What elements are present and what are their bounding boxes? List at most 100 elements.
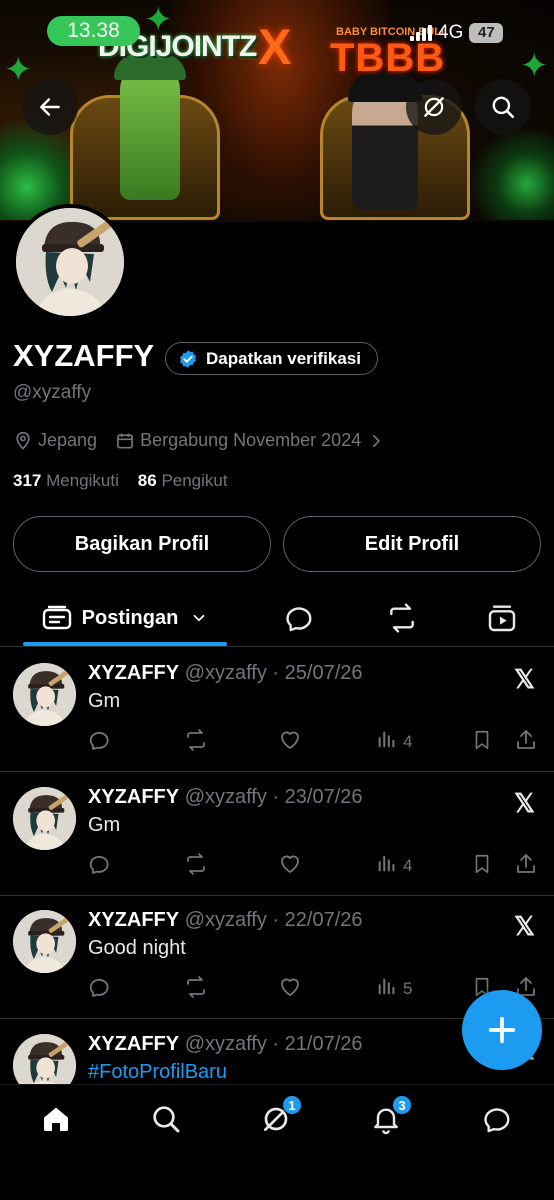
- reply-button[interactable]: [88, 852, 112, 881]
- tweet-header: XYZAFFY @xyzaffy · 21/07/26: [88, 1033, 363, 1056]
- like-button[interactable]: [278, 728, 302, 757]
- tweet-meta: @xyzaffy · 22/07/26: [184, 909, 363, 931]
- share-profile-button[interactable]: Bagikan Profil: [13, 516, 271, 572]
- chevron-right-icon[interactable]: [367, 432, 385, 450]
- bookmark-button[interactable]: [471, 852, 493, 881]
- tweet-author-name[interactable]: XYZAFFY: [88, 1033, 179, 1055]
- back-button[interactable]: [22, 79, 78, 135]
- heart-icon: [278, 852, 302, 881]
- reply-icon: [286, 607, 312, 632]
- banner-character-left: [114, 54, 186, 200]
- nav-search[interactable]: [136, 1099, 196, 1139]
- share-icon: [514, 728, 538, 757]
- search-button[interactable]: [475, 79, 531, 135]
- verified-badge-icon: [180, 349, 196, 368]
- nav-messages[interactable]: [468, 1099, 528, 1139]
- nav-home[interactable]: [26, 1099, 86, 1139]
- views-chart-icon: [376, 852, 398, 879]
- reply-icon: [88, 975, 112, 1004]
- tweet-meta: @xyzaffy · 21/07/26: [184, 1033, 363, 1055]
- tweet-author-name[interactable]: XYZAFFY: [88, 786, 179, 808]
- x-logo-icon: 𝕏: [514, 911, 535, 941]
- tweet-item[interactable]: XYZAFFY @xyzaffy · 25/07/26 𝕏 Gm 4: [0, 648, 554, 771]
- bookmark-button[interactable]: [471, 728, 493, 757]
- views-button[interactable]: 4: [376, 852, 412, 879]
- repost-icon: [183, 728, 209, 757]
- views-button[interactable]: 4: [376, 728, 412, 755]
- media-icon: [488, 605, 516, 632]
- views-chart-icon: [376, 728, 398, 755]
- posts-feed-icon: [42, 605, 71, 630]
- calendar-icon: [117, 433, 133, 448]
- notifications-badge: 3: [392, 1095, 412, 1115]
- nav-grok[interactable]: 1: [246, 1095, 306, 1139]
- get-verified-button[interactable]: Dapatkan verifikasi: [165, 342, 378, 375]
- share-button[interactable]: [514, 728, 538, 757]
- profile-handle: @xyzaffy: [13, 382, 92, 403]
- x-logo-icon: 𝕏: [514, 788, 535, 818]
- followers-link[interactable]: 86 Pengikut: [138, 471, 228, 490]
- tweet-author-name[interactable]: XYZAFFY: [88, 909, 179, 931]
- tab-posts-label: Postingan: [81, 606, 179, 629]
- chevron-down-icon: [194, 614, 205, 622]
- repost-icon: [390, 603, 414, 633]
- edit-profile-button[interactable]: Edit Profil: [283, 516, 541, 572]
- plus-icon: [488, 1016, 516, 1044]
- tweet-avatar[interactable]: [13, 787, 76, 850]
- like-button[interactable]: [278, 975, 302, 1004]
- views-count: 4: [403, 855, 413, 875]
- tweet-avatar[interactable]: [13, 1034, 76, 1084]
- tweet-text: Gm: [88, 690, 121, 712]
- tweet-author-name[interactable]: XYZAFFY: [88, 662, 179, 684]
- like-button[interactable]: [278, 852, 302, 881]
- reply-button[interactable]: [88, 728, 112, 757]
- tweet-text[interactable]: #FotoProfilBaru: [88, 1061, 227, 1084]
- repost-icon: [183, 975, 209, 1004]
- status-indicators: 4G 47: [410, 22, 504, 44]
- tweet-header: XYZAFFY @xyzaffy · 23/07/26: [88, 786, 363, 809]
- profile-name: XYZAFFY: [13, 338, 155, 373]
- repost-icon: [183, 852, 209, 881]
- profile-location: Jepang: [38, 430, 98, 450]
- repost-button[interactable]: [183, 852, 209, 881]
- profile-avatar[interactable]: [12, 204, 128, 320]
- profile-meta: Jepang Bergabung November 2024: [13, 430, 385, 451]
- views-count: 4: [403, 731, 413, 751]
- avatar-illustration: [16, 208, 124, 316]
- tweet-header: XYZAFFY @xyzaffy · 22/07/26: [88, 909, 363, 932]
- grok-button[interactable]: [406, 79, 462, 135]
- repost-button[interactable]: [183, 728, 209, 757]
- x-logo-icon: 𝕏: [514, 664, 535, 694]
- location-pin-icon: [16, 431, 30, 450]
- following-label: Mengikuti: [46, 471, 119, 490]
- reply-button[interactable]: [88, 975, 112, 1004]
- tab-posts[interactable]: Postingan: [23, 590, 227, 646]
- signal-icon: [410, 25, 432, 41]
- tweet-avatar[interactable]: [13, 663, 76, 726]
- search-icon: [492, 96, 515, 119]
- get-verified-label: Dapatkan verifikasi: [206, 348, 361, 368]
- tweet-header: XYZAFFY @xyzaffy · 25/07/26: [88, 662, 363, 685]
- tweet-text: Good night: [88, 937, 186, 959]
- following-count: 317: [13, 471, 42, 490]
- grok-icon: [424, 97, 444, 117]
- tab-reposts[interactable]: [372, 590, 432, 646]
- follow-stats: 317 Mengikuti 86 Pengikut: [13, 471, 228, 491]
- nav-notifications[interactable]: 3: [356, 1095, 416, 1139]
- views-button[interactable]: 5: [376, 975, 412, 1002]
- tweet-text: Gm: [88, 814, 121, 836]
- share-button[interactable]: [514, 852, 538, 881]
- home-icon: [44, 1107, 68, 1131]
- repost-button[interactable]: [183, 975, 209, 1004]
- tweet-avatar[interactable]: [13, 910, 76, 973]
- status-time: 13.38: [47, 16, 140, 46]
- message-icon: [484, 1108, 510, 1133]
- tweet-item[interactable]: XYZAFFY @xyzaffy · 23/07/26 𝕏 Gm 4: [0, 772, 554, 895]
- network-label: 4G: [438, 22, 464, 43]
- tab-replies[interactable]: [270, 590, 330, 646]
- tweet-item[interactable]: XYZAFFY @xyzaffy · 22/07/26 𝕏 Good night…: [0, 895, 554, 1018]
- tab-media[interactable]: [472, 590, 532, 646]
- grok-badge: 1: [282, 1095, 302, 1115]
- compose-post-button[interactable]: [462, 990, 542, 1070]
- following-link[interactable]: 317 Mengikuti: [13, 471, 119, 490]
